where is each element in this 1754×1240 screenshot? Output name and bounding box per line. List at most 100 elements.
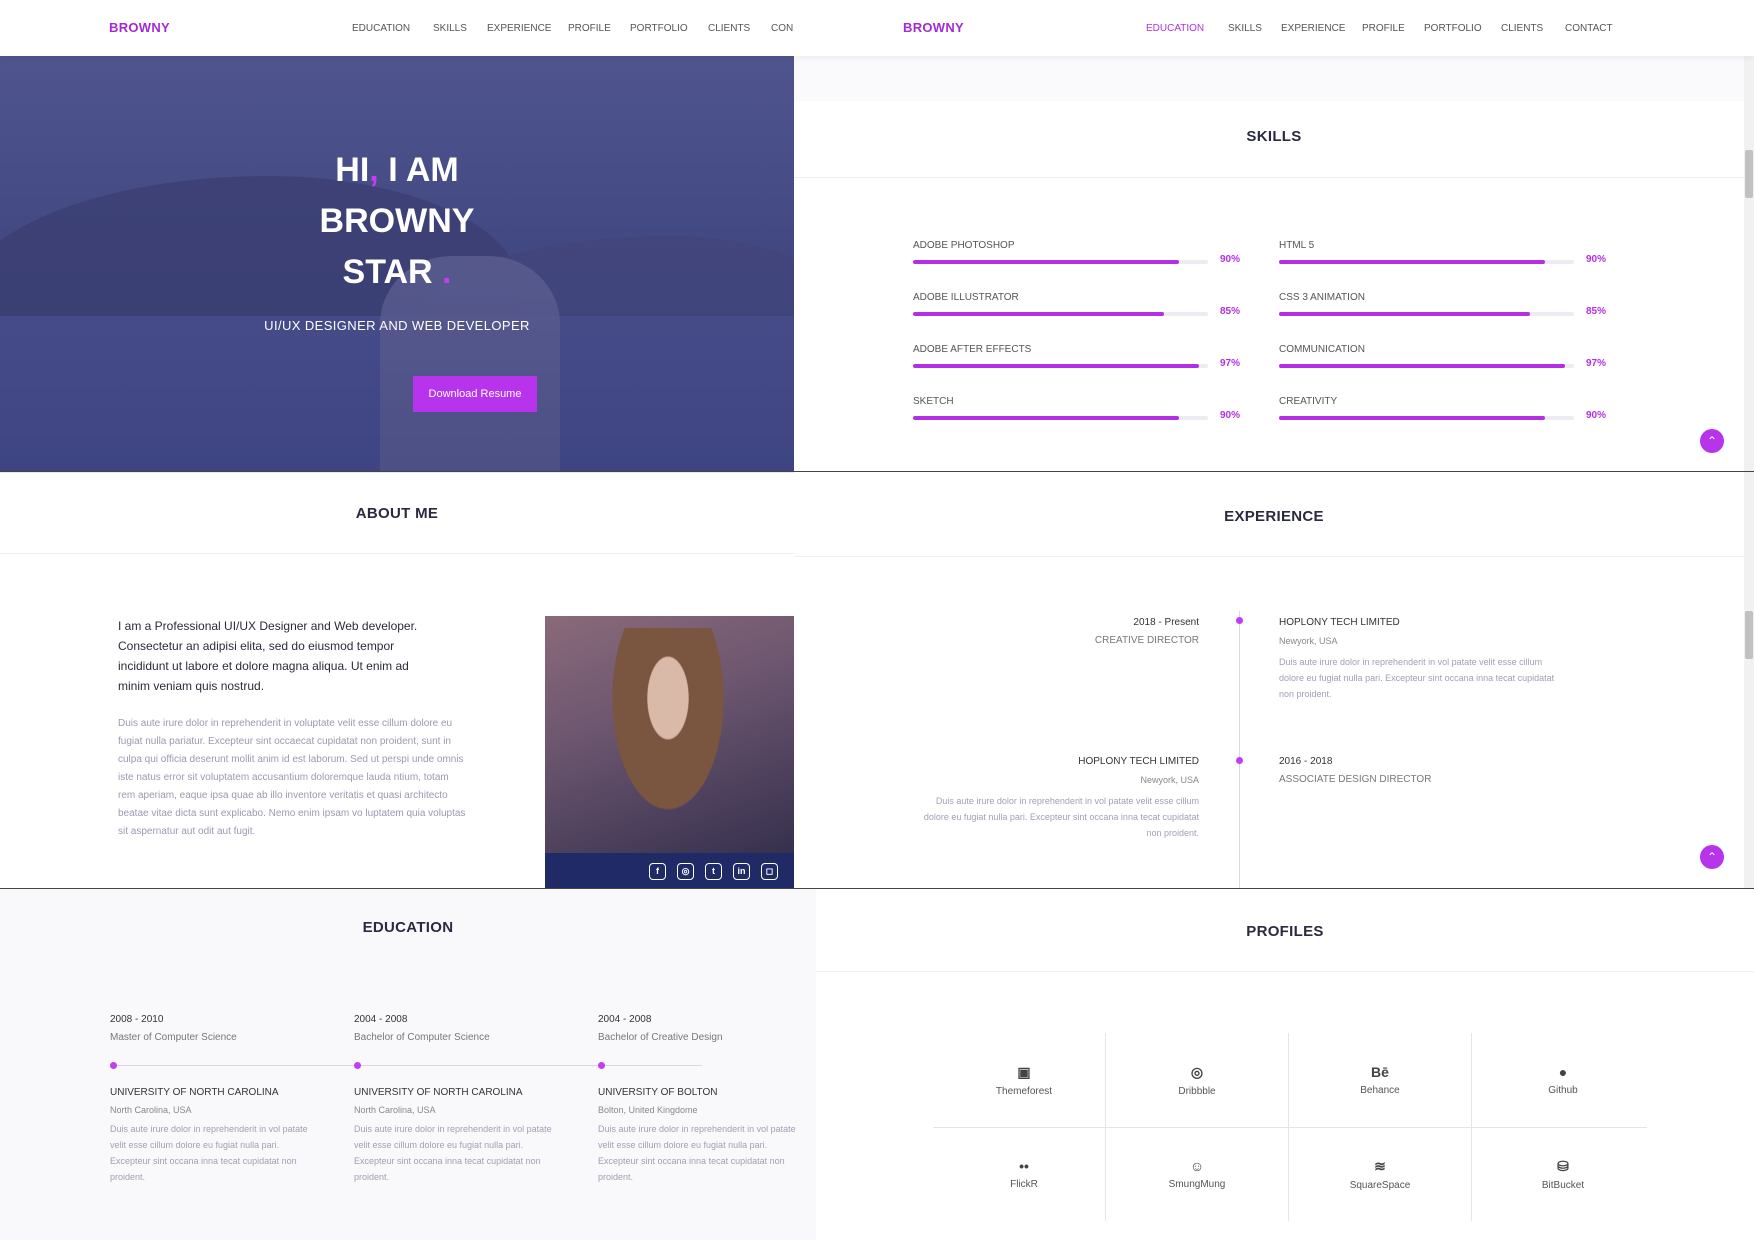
experience-entry-right: HOPLONY TECH LIMITED Newyork, USA Duis a… xyxy=(1279,617,1569,702)
nav-link-skills[interactable]: SKILLS xyxy=(1228,23,1262,34)
nav-link-clients[interactable]: CLIENTS xyxy=(708,23,750,34)
skill-track xyxy=(913,416,1208,420)
education-school: UNIVERSITY OF NORTH CAROLINA xyxy=(354,1087,523,1098)
skill-item: ADOBE ILLUSTRATOR 85% xyxy=(913,292,1243,317)
scrollbar[interactable] xyxy=(1744,471,1754,889)
divider xyxy=(794,177,1754,178)
hero-panel: BROWNY EDUCATION SKILLS EXPERIENCE PROFI… xyxy=(0,0,794,471)
scroll-to-top-button[interactable]: ⌃ xyxy=(1700,845,1724,869)
skills-title: SKILLS xyxy=(1246,128,1302,145)
experience-date: 2016 - 2018 xyxy=(1279,756,1333,767)
profile-themeforest[interactable]: ▣ Themeforest xyxy=(933,1033,1115,1127)
skill-label: COMMUNICATION xyxy=(1279,344,1365,355)
skill-track xyxy=(1279,312,1574,316)
profile-label: Themeforest xyxy=(995,1085,1053,1097)
nav-link-portfolio[interactable]: PORTFOLIO xyxy=(630,23,688,34)
divider xyxy=(794,556,1754,557)
scroll-to-top-button[interactable]: ⌃ xyxy=(1700,429,1724,453)
profile-label: Behance xyxy=(1360,1085,1400,1096)
experience-location: Newyork, USA xyxy=(1279,636,1338,646)
education-item: 2008 - 2010 Master of Computer Science U… xyxy=(110,1014,320,1185)
education-school: UNIVERSITY OF BOLTON xyxy=(598,1087,718,1098)
scrollbar-thumb[interactable] xyxy=(1745,150,1753,198)
profile-flickr[interactable]: •• FlickR xyxy=(933,1127,1115,1221)
skill-percent: 97% xyxy=(1586,358,1607,369)
skill-item: ADOBE AFTER EFFECTS 97% xyxy=(913,344,1243,369)
scrollbar-thumb[interactable] xyxy=(1745,611,1753,659)
experience-role: CREATIVE DIRECTOR xyxy=(1094,635,1199,646)
nav-link-portfolio[interactable]: PORTFOLIO xyxy=(1424,23,1482,34)
nav-link-experience[interactable]: EXPERIENCE xyxy=(1281,23,1345,34)
scrollbar[interactable] xyxy=(1744,0,1754,471)
education-location: North Carolina, USA xyxy=(354,1105,436,1115)
nav-link-experience[interactable]: EXPERIENCE xyxy=(487,23,551,34)
dribbble-icon[interactable]: ◎ xyxy=(677,862,694,880)
profile-github[interactable]: ● Github xyxy=(1472,1033,1654,1127)
experience-company: HOPLONY TECH LIMITED xyxy=(1078,756,1199,767)
download-resume-button[interactable]: Download Resume xyxy=(413,376,537,412)
profile-behance[interactable]: Bē Behance xyxy=(1289,1033,1471,1127)
hero-line1-b: I AM xyxy=(378,151,459,189)
skill-label: SKETCH xyxy=(913,396,954,407)
hero-heading: HI, I AM BROWNY STAR . xyxy=(0,145,794,298)
social-bar: f ◎ t in ◻ xyxy=(545,853,794,889)
skill-percent: 85% xyxy=(1220,306,1241,317)
nav-link-profile[interactable]: PROFILE xyxy=(568,23,611,34)
skill-item: HTML 5 90% xyxy=(1279,240,1609,265)
smugmug-icon: ☺ xyxy=(1189,1158,1205,1174)
skill-track xyxy=(913,364,1208,368)
linkedin-icon[interactable]: in xyxy=(733,862,750,880)
education-school: UNIVERSITY OF NORTH CAROLINA xyxy=(110,1087,279,1098)
nav-link-clients[interactable]: CLIENTS xyxy=(1501,23,1543,34)
profile-label: Github xyxy=(1548,1085,1578,1096)
skill-fill xyxy=(1279,260,1545,264)
nav-link-profile[interactable]: PROFILE xyxy=(1362,23,1405,34)
skill-fill xyxy=(913,364,1200,368)
brand-logo[interactable]: BROWNY xyxy=(109,20,170,35)
skill-percent: 90% xyxy=(1586,254,1607,265)
divider xyxy=(816,971,1754,972)
skill-label: ADOBE AFTER EFFECTS xyxy=(913,344,1032,355)
experience-entry-left: 2018 - Present CREATIVE DIRECTOR xyxy=(919,617,1199,646)
nav-link-contact[interactable]: CONTACT xyxy=(1565,23,1613,34)
experience-location: Newyork, USA xyxy=(1140,775,1199,785)
skill-item: SKETCH 90% xyxy=(913,396,1243,421)
experience-date: 2018 - Present xyxy=(1133,617,1199,628)
profile-dribbble[interactable]: ◎ Dribbble xyxy=(1106,1033,1288,1127)
page-collage: BROWNY EDUCATION SKILLS EXPERIENCE PROFI… xyxy=(0,0,1754,1240)
profiles-grid: ▣ Themeforest ◎ Dribbble Bē Behance ● Gi… xyxy=(933,1033,1647,1221)
hero-navbar: BROWNY EDUCATION SKILLS EXPERIENCE PROFI… xyxy=(0,0,794,56)
education-item: 2004 - 2008 Bachelor of Computer Science… xyxy=(354,1014,564,1185)
profile-label: SquareSpace xyxy=(1349,1179,1411,1191)
education-item: 2004 - 2008 Bachelor of Creative Design … xyxy=(598,1014,808,1185)
about-body-text: Duis aute irure dolor in reprehenderit i… xyxy=(118,718,466,837)
skill-item: CREATIVITY 90% xyxy=(1279,396,1609,421)
twitter-icon[interactable]: t xyxy=(705,862,722,880)
nav-link-education[interactable]: EDUCATION xyxy=(352,23,410,34)
github-icon: ● xyxy=(1558,1064,1568,1080)
section-gap xyxy=(794,56,1754,101)
facebook-icon[interactable]: f xyxy=(649,862,666,880)
hero-line3: STAR xyxy=(342,253,433,291)
skill-label: HTML 5 xyxy=(1279,240,1315,251)
profile-smugmug[interactable]: ☺ SmungMung xyxy=(1106,1127,1288,1221)
nav-link-contact[interactable]: CON xyxy=(771,23,793,34)
profile-label: BitBucket xyxy=(1541,1179,1585,1191)
brand-logo[interactable]: BROWNY xyxy=(903,20,964,35)
profile-label: SmungMung xyxy=(1168,1179,1226,1190)
profile-squarespace[interactable]: ≋ SquareSpace xyxy=(1289,1127,1471,1221)
flickr-icon: •• xyxy=(1019,1158,1029,1174)
education-degree: Bachelor of Computer Science xyxy=(354,1032,490,1043)
skill-percent: 90% xyxy=(1586,410,1607,421)
nav-link-skills[interactable]: SKILLS xyxy=(433,23,467,34)
skill-fill xyxy=(913,416,1179,420)
education-location: North Carolina, USA xyxy=(110,1105,192,1115)
skill-track xyxy=(1279,364,1574,368)
about-title: ABOUT ME xyxy=(355,505,439,522)
profile-photo: f ◎ t in ◻ xyxy=(545,616,794,889)
timeline-dot xyxy=(1236,617,1243,624)
instagram-icon[interactable]: ◻ xyxy=(761,862,778,880)
profile-label: Dribbble xyxy=(1178,1085,1216,1097)
profile-bitbucket[interactable]: ⛁ BitBucket xyxy=(1472,1127,1654,1221)
nav-link-education[interactable]: EDUCATION xyxy=(1146,23,1204,34)
